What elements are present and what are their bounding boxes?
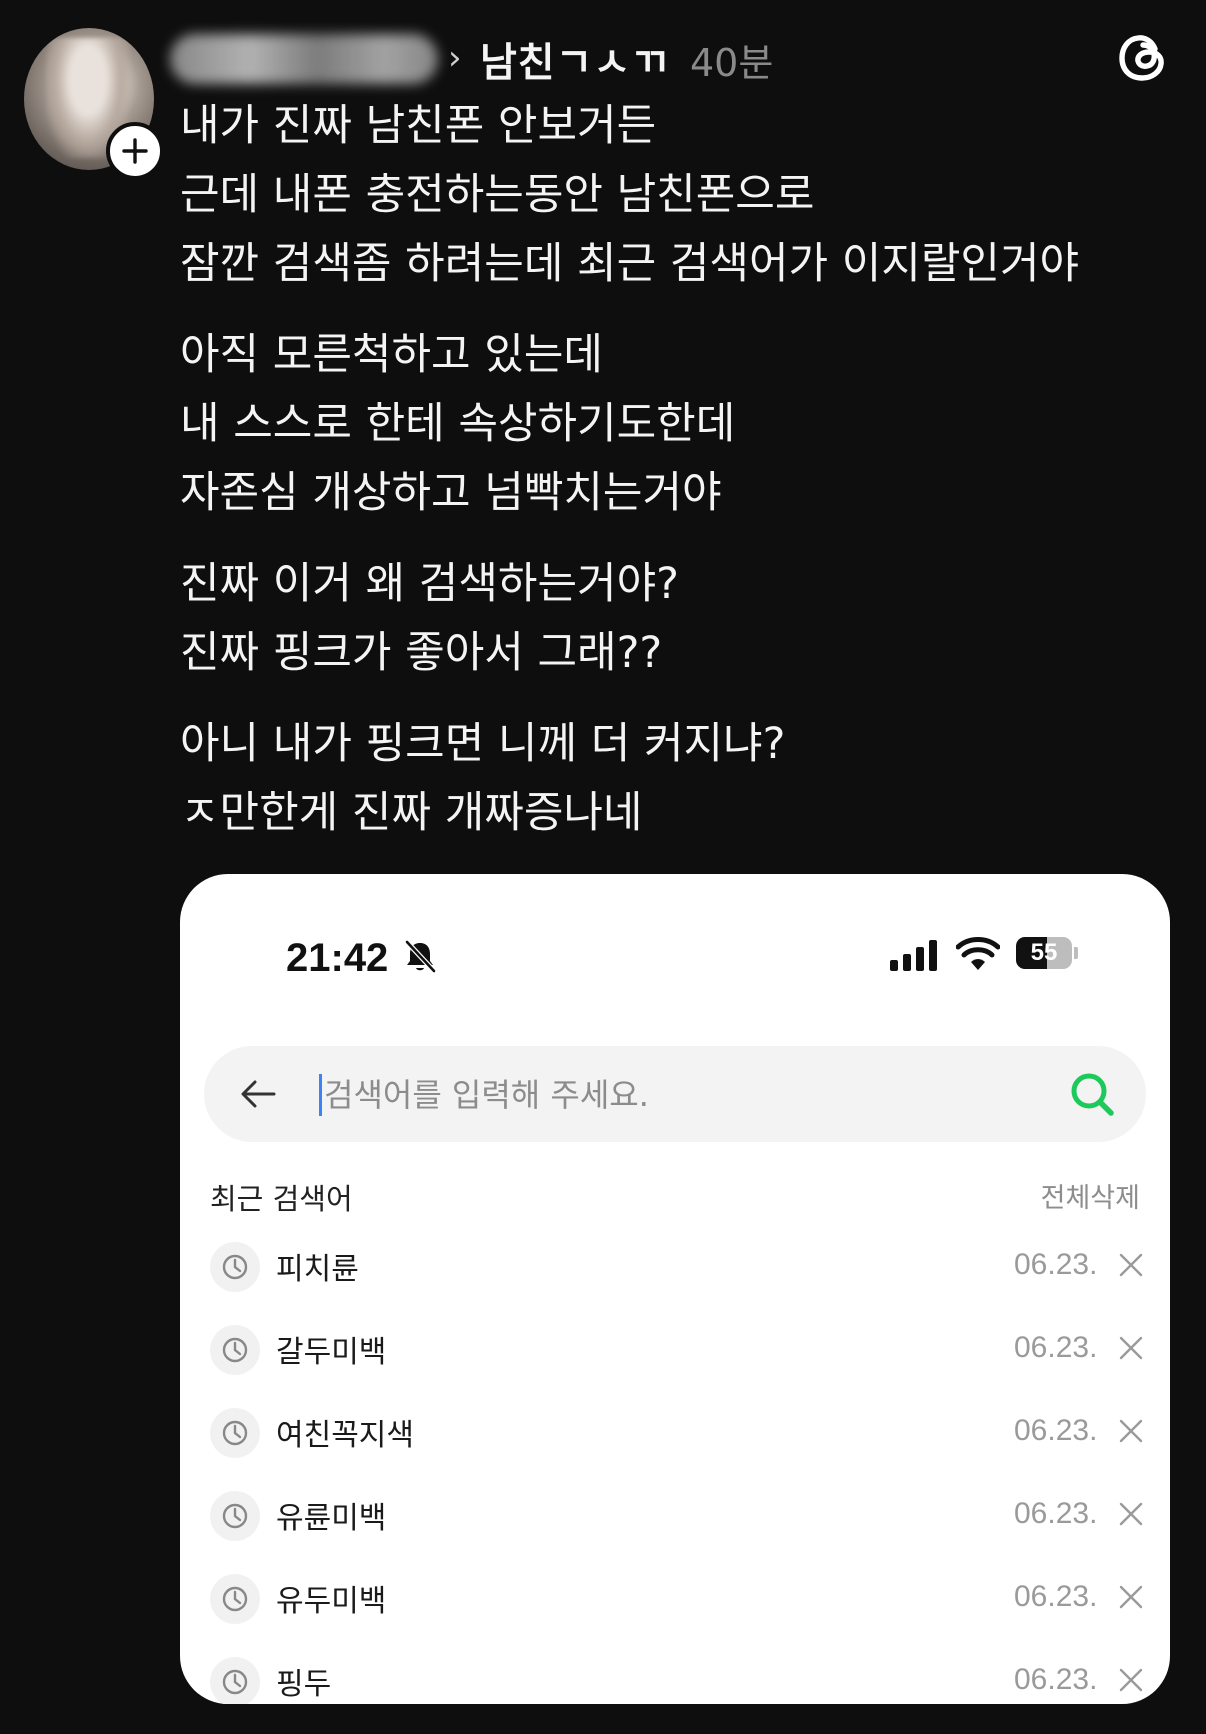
list-item[interactable]: 핑두 06.23. [180, 1649, 1170, 1704]
bell-off-icon [405, 940, 436, 973]
search-date: 06.23. [1014, 1580, 1098, 1613]
post-line: 진짜 핑크가 좋아서 그래?? [180, 628, 663, 678]
close-icon[interactable] [1116, 1582, 1146, 1612]
clock-icon [210, 1657, 260, 1704]
post-line: ㅈ만한게 진짜 개짜증나네 [180, 788, 643, 838]
post-line: 자존심 개상하고 넘빡치는거야 [180, 468, 722, 518]
clear-all-button[interactable]: 전체삭제 [1041, 1176, 1140, 1215]
search-term[interactable]: 여친꼭지색 [276, 1410, 414, 1454]
clock-icon [210, 1325, 260, 1375]
search-date: 06.23. [1014, 1663, 1098, 1696]
post-line: 내 스스로 한테 속상하기도한데 [180, 399, 736, 449]
plus-icon [122, 138, 148, 164]
battery-icon: 55 [1016, 936, 1078, 970]
search-bar[interactable] [204, 1046, 1146, 1142]
close-icon[interactable] [1116, 1250, 1146, 1280]
list-item[interactable]: 갈두미백 06.23. [180, 1317, 1170, 1400]
search-date: 06.23. [1014, 1414, 1098, 1447]
search-term[interactable]: 핑두 [276, 1659, 331, 1703]
list-item[interactable]: 여친꼭지색 06.23. [180, 1400, 1170, 1483]
search-date: 06.23. [1014, 1248, 1098, 1281]
post-paragraph: 아니 내가 핑크면 니께 더 커지냐? ㅈ만한게 진짜 개짜증나네 [180, 710, 1120, 848]
post-paragraph: 아직 모른척하고 있는데 내 스스로 한테 속상하기도한데 자존심 개상하고 넘… [180, 321, 1120, 528]
close-icon[interactable] [1116, 1416, 1146, 1446]
status-time: 21:42 [286, 936, 389, 980]
username-redacted[interactable] [170, 34, 438, 84]
clock-icon [210, 1242, 260, 1292]
search-term[interactable]: 유륜미백 [276, 1493, 386, 1537]
threads-logo-icon[interactable] [1114, 28, 1172, 86]
post-paragraph: 진짜 이거 왜 검색하는거야? 진짜 핑크가 좋아서 그래?? [180, 550, 1120, 688]
post-line: 아니 내가 핑크면 니께 더 커지냐? [180, 719, 786, 769]
search-date: 06.23. [1014, 1331, 1098, 1364]
close-icon[interactable] [1116, 1499, 1146, 1529]
close-icon[interactable] [1116, 1333, 1146, 1363]
list-item[interactable]: 유두미백 06.23. [180, 1566, 1170, 1649]
signal-icon [890, 940, 937, 971]
clock-icon [210, 1408, 260, 1458]
post-time: 40분 [690, 41, 774, 85]
post-paragraph: 내가 진짜 남친폰 안보거든 근데 내폰 충전하는동안 남친폰으로 잠깐 검색좀… [180, 92, 1120, 299]
search-date: 06.23. [1014, 1497, 1098, 1530]
battery-level: 55 [1016, 937, 1072, 969]
search-term[interactable]: 피치륜 [276, 1244, 359, 1288]
close-icon[interactable] [1116, 1665, 1146, 1695]
back-arrow-icon[interactable] [238, 1074, 278, 1114]
search-term[interactable]: 갈두미백 [276, 1327, 386, 1371]
follow-button[interactable] [106, 122, 164, 180]
chevron-right-icon: › [448, 38, 462, 78]
post-body: 내가 진짜 남친폰 안보거든 근데 내폰 충전하는동안 남친폰으로 잠깐 검색좀… [180, 92, 1120, 870]
search-icon[interactable] [1066, 1068, 1118, 1120]
post-line: 진짜 이거 왜 검색하는거야? [180, 559, 679, 609]
clock-icon [210, 1491, 260, 1541]
topic-tag[interactable]: 남친ㄱㅅㄲ [480, 30, 669, 88]
post-line: 아직 모른척하고 있는데 [180, 330, 603, 380]
recent-search-list: 피치륜 06.23. 갈두미백 06.23. 여친꼭지색 06.23. 유륜미백 [180, 1234, 1170, 1704]
attached-screenshot[interactable]: 21:42 55 최근 검색어 전체삭제 [180, 874, 1170, 1704]
search-term[interactable]: 유두미백 [276, 1576, 386, 1620]
post-line: 잠깐 검색좀 하려는데 최근 검색어가 이지랄인거야 [180, 239, 1080, 289]
list-item[interactable]: 피치륜 06.23. [180, 1234, 1170, 1317]
post-line: 근데 내폰 충전하는동안 남친폰으로 [180, 170, 815, 220]
post-line: 내가 진짜 남친폰 안보거든 [180, 101, 657, 151]
clock-icon [210, 1574, 260, 1624]
list-item[interactable]: 유륜미백 06.23. [180, 1483, 1170, 1566]
wifi-icon [956, 937, 1000, 970]
search-input[interactable] [322, 1064, 1026, 1126]
recent-searches-title: 최근 검색어 [210, 1182, 353, 1216]
